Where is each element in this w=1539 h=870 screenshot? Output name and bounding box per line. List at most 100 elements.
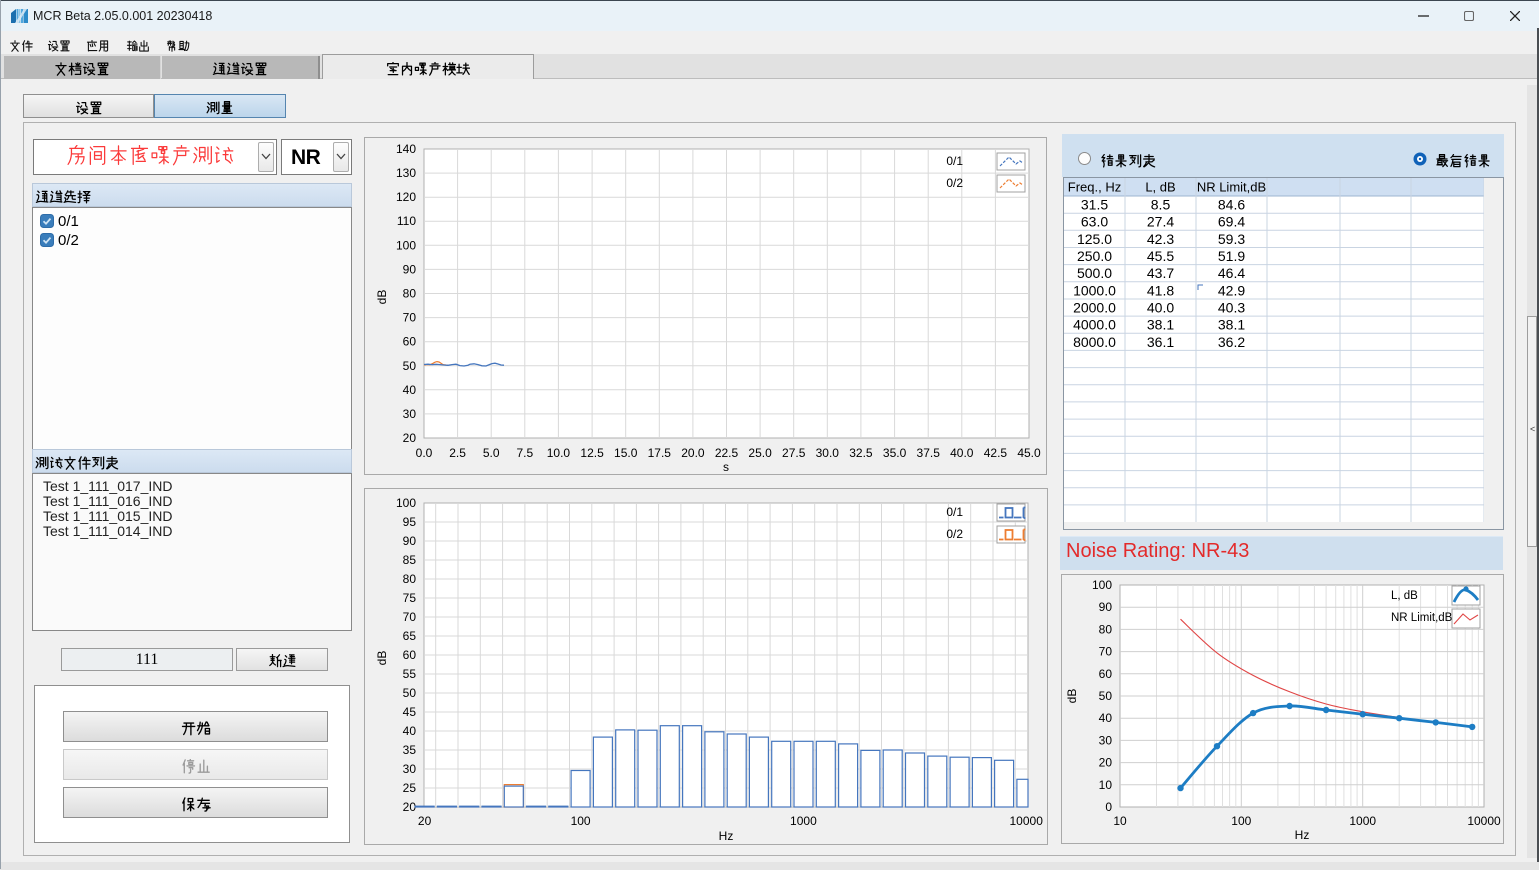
svg-text:0/2: 0/2 xyxy=(946,527,963,541)
svg-text:140: 140 xyxy=(396,142,416,156)
svg-text:63.0: 63.0 xyxy=(1081,214,1108,230)
svg-text:84.6: 84.6 xyxy=(1218,197,1245,213)
svg-text:2.5: 2.5 xyxy=(449,446,466,460)
svg-text:Hz: Hz xyxy=(1295,828,1310,842)
svg-text:35.0: 35.0 xyxy=(883,446,907,460)
svg-text:5.0: 5.0 xyxy=(483,446,500,460)
svg-text:20: 20 xyxy=(403,800,417,814)
svg-text:60: 60 xyxy=(403,648,417,662)
svg-text:NR Limit,dB: NR Limit,dB xyxy=(1197,180,1266,195)
svg-text:NR Limit,dB: NR Limit,dB xyxy=(1391,612,1453,624)
svg-text:80: 80 xyxy=(403,287,417,301)
svg-text:46.4: 46.4 xyxy=(1218,265,1245,281)
svg-text:37.5: 37.5 xyxy=(917,446,941,460)
svg-text:dB: dB xyxy=(375,651,389,666)
svg-text:36.2: 36.2 xyxy=(1218,334,1245,350)
svg-text:20: 20 xyxy=(403,431,417,445)
svg-text:1000.0: 1000.0 xyxy=(1073,282,1116,298)
svg-text:17.5: 17.5 xyxy=(648,446,672,460)
svg-text:40: 40 xyxy=(1099,711,1113,725)
svg-text:40.3: 40.3 xyxy=(1218,300,1245,316)
svg-text:12.5: 12.5 xyxy=(580,446,604,460)
svg-text:69.4: 69.4 xyxy=(1218,214,1245,230)
svg-text:s: s xyxy=(723,460,729,474)
svg-text:42.3: 42.3 xyxy=(1147,231,1174,247)
svg-text:80: 80 xyxy=(1099,622,1113,636)
svg-text:Freq., Hz: Freq., Hz xyxy=(1068,180,1121,195)
svg-text:0/2: 0/2 xyxy=(946,176,963,190)
svg-text:7.5: 7.5 xyxy=(516,446,533,460)
svg-text:0/1: 0/1 xyxy=(946,154,963,168)
svg-text:60: 60 xyxy=(1099,667,1113,681)
svg-text:22.5: 22.5 xyxy=(715,446,739,460)
svg-text:50: 50 xyxy=(403,359,417,373)
svg-text:41.8: 41.8 xyxy=(1147,282,1174,298)
svg-text:40: 40 xyxy=(403,383,417,397)
svg-text:100: 100 xyxy=(396,238,416,252)
svg-text:40.0: 40.0 xyxy=(1147,300,1174,316)
svg-text:51.9: 51.9 xyxy=(1218,248,1245,264)
svg-text:4000.0: 4000.0 xyxy=(1073,317,1116,333)
svg-text:25: 25 xyxy=(403,781,417,795)
svg-text:120: 120 xyxy=(396,190,416,204)
svg-text:40: 40 xyxy=(403,724,417,738)
svg-text:100: 100 xyxy=(1092,578,1112,592)
svg-text:32.5: 32.5 xyxy=(849,446,873,460)
svg-text:80: 80 xyxy=(403,572,417,586)
svg-text:8000.0: 8000.0 xyxy=(1073,334,1116,350)
svg-text:59.3: 59.3 xyxy=(1218,231,1245,247)
svg-text:110: 110 xyxy=(397,214,416,228)
svg-text:70: 70 xyxy=(1099,645,1113,659)
svg-text:90: 90 xyxy=(403,534,417,548)
svg-text:27.4: 27.4 xyxy=(1147,214,1174,230)
svg-text:2000.0: 2000.0 xyxy=(1073,300,1116,316)
svg-text:10000: 10000 xyxy=(1467,814,1501,828)
svg-text:90: 90 xyxy=(403,262,417,276)
svg-text:125.0: 125.0 xyxy=(1077,231,1112,247)
svg-text:35: 35 xyxy=(403,743,417,757)
svg-text:31.5: 31.5 xyxy=(1081,197,1108,213)
svg-text:L, dB: L, dB xyxy=(1145,180,1175,195)
svg-text:25.0: 25.0 xyxy=(748,446,772,460)
svg-text:20: 20 xyxy=(418,814,432,828)
svg-text:0.0: 0.0 xyxy=(416,446,433,460)
svg-text:dB: dB xyxy=(375,290,389,305)
svg-text:1000: 1000 xyxy=(790,814,817,828)
svg-text:1000: 1000 xyxy=(1349,814,1376,828)
svg-text:50: 50 xyxy=(403,686,417,700)
svg-text:55: 55 xyxy=(403,667,417,681)
svg-text:0: 0 xyxy=(1105,800,1112,814)
svg-text:85: 85 xyxy=(403,553,417,567)
svg-text:100: 100 xyxy=(1231,814,1251,828)
svg-text:30: 30 xyxy=(403,762,417,776)
svg-text:38.1: 38.1 xyxy=(1218,317,1245,333)
svg-text:10.0: 10.0 xyxy=(547,446,571,460)
svg-text:70: 70 xyxy=(403,311,417,325)
svg-text:60: 60 xyxy=(403,335,417,349)
svg-text:42.9: 42.9 xyxy=(1218,282,1245,298)
svg-text:Hz: Hz xyxy=(719,829,734,843)
svg-text:43.7: 43.7 xyxy=(1147,265,1174,281)
svg-text:90: 90 xyxy=(1099,600,1113,614)
svg-text:dB: dB xyxy=(1065,689,1079,704)
svg-text:0/1: 0/1 xyxy=(946,505,963,519)
svg-text:45: 45 xyxy=(403,705,417,719)
svg-text:10: 10 xyxy=(1113,814,1127,828)
svg-text:130: 130 xyxy=(396,166,416,180)
svg-text:70: 70 xyxy=(403,610,417,624)
svg-text:36.1: 36.1 xyxy=(1147,334,1174,350)
svg-text:38.1: 38.1 xyxy=(1147,317,1174,333)
svg-text:45.5: 45.5 xyxy=(1147,248,1174,264)
svg-text:30: 30 xyxy=(1099,733,1113,747)
svg-text:27.5: 27.5 xyxy=(782,446,806,460)
svg-text:L, dB: L, dB xyxy=(1391,590,1418,602)
svg-text:30: 30 xyxy=(403,407,417,421)
svg-text:100: 100 xyxy=(396,496,416,510)
svg-text:10: 10 xyxy=(1099,778,1113,792)
svg-text:45.0: 45.0 xyxy=(1017,446,1041,460)
svg-text:8.5: 8.5 xyxy=(1151,197,1171,213)
svg-text:500.0: 500.0 xyxy=(1077,265,1112,281)
svg-text:95: 95 xyxy=(403,515,417,529)
svg-text:65: 65 xyxy=(403,629,417,643)
svg-text:20.0: 20.0 xyxy=(681,446,705,460)
